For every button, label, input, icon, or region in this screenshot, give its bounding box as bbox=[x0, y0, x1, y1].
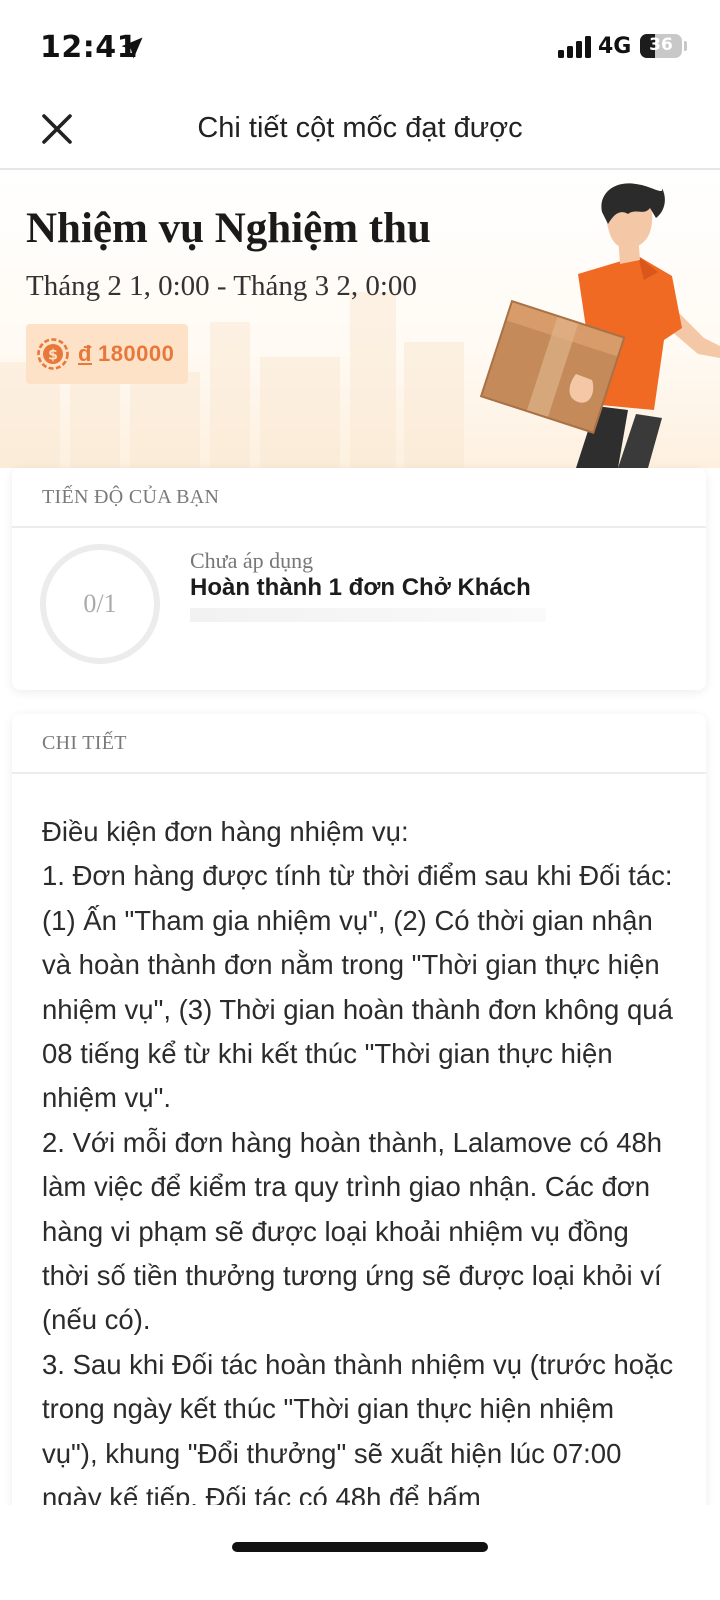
page-title: Chi tiết cột mốc đạt được bbox=[197, 112, 523, 144]
progress-card: TIẾN ĐỘ CỦA BẠN 0/1 Chưa áp dụng Hoàn th… bbox=[12, 468, 706, 690]
task-progress-bar bbox=[190, 608, 546, 622]
courier-carrying-box-illustration bbox=[479, 183, 720, 468]
location-arrow-icon bbox=[121, 37, 143, 59]
detail-heading: CHI TIẾT bbox=[12, 714, 706, 774]
status-bar: 12:41 4G 36 bbox=[0, 0, 720, 90]
nav-header: Chi tiết cột mốc đạt được bbox=[0, 90, 720, 170]
bottom-safe-area bbox=[0, 1505, 720, 1600]
coin-icon: $ bbox=[37, 338, 69, 370]
reward-amount: đ 180000 bbox=[78, 341, 174, 367]
detail-line: Điều kiện đơn hàng nhiệm vụ: bbox=[42, 816, 409, 847]
detail-line: 1. Đơn hàng được tính từ thời điểm sau k… bbox=[42, 860, 673, 1114]
reward-currency: đ bbox=[78, 341, 92, 366]
progress-heading: TIẾN ĐỘ CỦA BẠN bbox=[12, 468, 706, 528]
task-status: Chưa áp dụng bbox=[190, 548, 314, 573]
battery-icon: 36 bbox=[640, 34, 682, 58]
mission-dates: Tháng 2 1, 0:00 - Tháng 3 2, 0:00 bbox=[26, 270, 417, 302]
detail-body: Điều kiện đơn hàng nhiệm vụ: 1. Đơn hàng… bbox=[12, 774, 706, 1514]
network-type-label: 4G bbox=[598, 34, 632, 59]
progress-count: 0/1 bbox=[83, 589, 117, 618]
home-indicator[interactable] bbox=[232, 1542, 488, 1552]
mission-title: Nhiệm vụ Nghiệm thu bbox=[26, 205, 431, 252]
svg-text:$: $ bbox=[48, 348, 58, 364]
battery-level: 36 bbox=[649, 35, 673, 55]
reward-badge: $ đ 180000 bbox=[26, 324, 189, 384]
hero-banner: Nhiệm vụ Nghiệm thu Tháng 2 1, 0:00 - Th… bbox=[0, 172, 720, 468]
detail-line: 3. Sau khi Đối tác hoàn thành nhiệm vụ (… bbox=[42, 1348, 674, 1514]
detail-card: CHI TIẾT Điều kiện đơn hàng nhiệm vụ: 1.… bbox=[12, 714, 706, 1514]
detail-line: 2. Với mỗi đơn hàng hoàn thành, Lalamove… bbox=[42, 1126, 663, 1336]
progress-ring: 0/1 bbox=[40, 544, 160, 664]
reward-value: 180000 bbox=[97, 341, 175, 366]
battery-nub bbox=[684, 41, 687, 51]
task-name: Hoàn thành 1 đơn Chở Khách bbox=[190, 574, 531, 601]
cellular-signal-icon bbox=[558, 36, 591, 58]
